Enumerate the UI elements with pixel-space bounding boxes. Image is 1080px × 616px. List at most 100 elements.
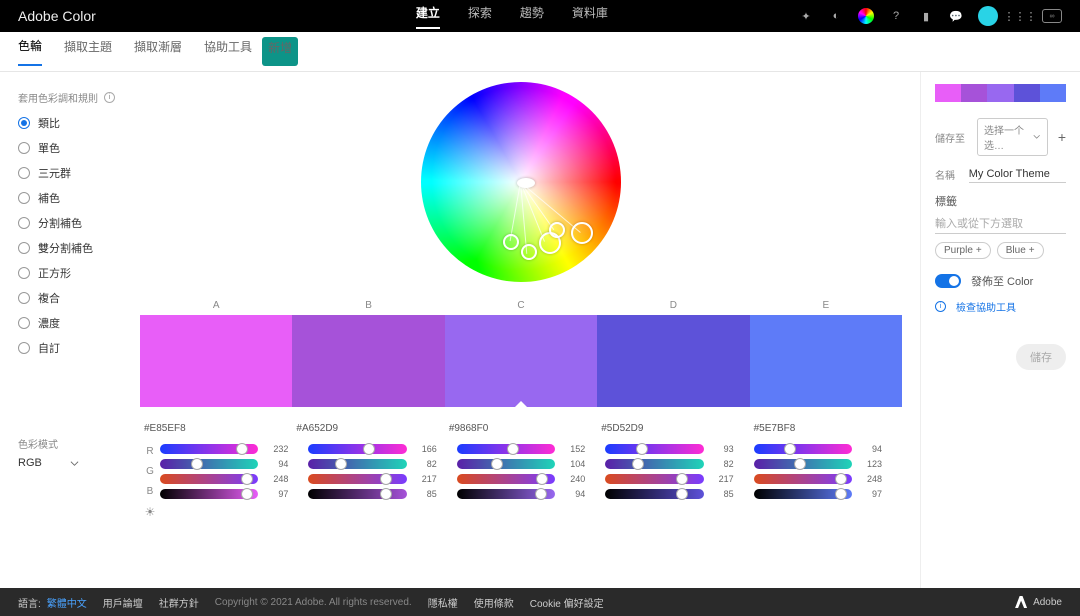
hex-value[interactable]: #5D52D9: [597, 423, 749, 434]
rule-7[interactable]: 複合: [18, 290, 140, 306]
tab-extract-theme[interactable]: 擷取主題: [64, 38, 112, 65]
footer-adobe[interactable]: Adobe: [1033, 597, 1062, 608]
hex-value[interactable]: #5E7BF8: [750, 423, 902, 434]
slider-r[interactable]: 232: [160, 444, 288, 454]
info-icon[interactable]: i: [104, 92, 115, 103]
radio-icon: [18, 142, 30, 154]
rule-3[interactable]: 補色: [18, 190, 140, 206]
rule-1[interactable]: 單色: [18, 140, 140, 156]
chevron-down-icon: [1033, 133, 1040, 140]
slider-b[interactable]: 248: [160, 474, 288, 484]
theme-name-input[interactable]: My Color Theme: [969, 166, 1066, 183]
wheel-handle[interactable]: [571, 222, 593, 244]
footer-community[interactable]: 社群方針: [159, 595, 199, 610]
name-label: 名稱: [935, 167, 959, 182]
tag-blue[interactable]: Blue +: [997, 242, 1044, 259]
apps-icon[interactable]: ⋮⋮⋮: [1012, 8, 1028, 24]
tab-extract-gradient[interactable]: 擷取漸層: [134, 38, 182, 65]
slider-bright[interactable]: 94: [457, 489, 585, 499]
footer-language[interactable]: 繁體中文: [47, 595, 87, 610]
nav-trends[interactable]: 趨勢: [520, 4, 544, 29]
radio-icon: [18, 217, 30, 229]
footer-copyright: Copyright © 2021 Adobe. All rights reser…: [215, 597, 412, 608]
slider-b[interactable]: 240: [457, 474, 585, 484]
rule-group-title: 套用色彩調和規則 i: [18, 90, 140, 105]
chevron-down-icon: [70, 459, 79, 468]
slider-b[interactable]: 217: [308, 474, 436, 484]
slider-g[interactable]: 82: [308, 459, 436, 469]
tags-input[interactable]: 輸入或從下方選取: [935, 213, 1066, 234]
nav-create[interactable]: 建立: [416, 4, 440, 29]
tag-purple[interactable]: Purple +: [935, 242, 991, 259]
sub-nav: 色輪 擷取主題 擷取漸層 協助工具 新增: [0, 32, 1080, 72]
help-icon[interactable]: ?: [888, 8, 904, 24]
slider-g[interactable]: 94: [160, 459, 288, 469]
rule-9[interactable]: 自訂: [18, 340, 140, 356]
color-icon[interactable]: [858, 8, 874, 24]
new-badge: 新增: [262, 37, 298, 66]
slider-b[interactable]: 248: [754, 474, 882, 484]
brightness-icon: ☀: [145, 504, 156, 519]
comment-icon[interactable]: 💬: [948, 8, 964, 24]
sidebar: 套用色彩調和規則 i 類比單色三元群補色分割補色雙分割補色正方形複合濃度自訂 色…: [0, 72, 140, 588]
save-to-label: 儲存至: [935, 130, 967, 145]
rule-6[interactable]: 正方形: [18, 265, 140, 281]
footer-terms[interactable]: 使用條款: [474, 595, 514, 610]
slider-r[interactable]: 93: [605, 444, 733, 454]
column-label: A: [140, 300, 292, 311]
slider-bright[interactable]: 85: [605, 489, 733, 499]
check-a11y-link[interactable]: 檢查協助工具: [956, 299, 1016, 314]
tab-wheel[interactable]: 色輪: [18, 37, 42, 66]
radio-icon: [18, 117, 30, 129]
nav-libraries[interactable]: 資料庫: [572, 4, 608, 29]
brand-title: Adobe Color: [18, 8, 96, 24]
wheel-handle[interactable]: [521, 244, 537, 260]
swatch[interactable]: [445, 315, 597, 407]
save-button[interactable]: 儲存: [1016, 344, 1066, 370]
color-wheel[interactable]: [421, 82, 621, 282]
slider-b[interactable]: 217: [605, 474, 733, 484]
radio-icon: [18, 292, 30, 304]
rule-2[interactable]: 三元群: [18, 165, 140, 181]
hex-value[interactable]: #A652D9: [292, 423, 444, 434]
swatch[interactable]: [140, 315, 292, 407]
slider-g[interactable]: 123: [754, 459, 882, 469]
footer-privacy[interactable]: 隱私權: [428, 595, 458, 610]
slider-bright[interactable]: 85: [308, 489, 436, 499]
info-icon: i: [935, 301, 946, 312]
swatch[interactable]: [750, 315, 902, 407]
slider-bright[interactable]: 97: [160, 489, 288, 499]
cc-icon[interactable]: ∞: [1042, 9, 1062, 23]
color-mode-select[interactable]: RGB: [18, 457, 140, 469]
radio-icon: [18, 317, 30, 329]
tab-accessibility[interactable]: 協助工具: [204, 38, 252, 65]
publish-toggle[interactable]: [935, 274, 961, 288]
rule-4[interactable]: 分割補色: [18, 215, 140, 231]
slider-g[interactable]: 82: [605, 459, 733, 469]
star-icon[interactable]: ✦: [798, 8, 814, 24]
contrast-icon[interactable]: ◐: [828, 8, 844, 24]
save-to-select[interactable]: 选择一个选…: [977, 118, 1048, 156]
hex-value[interactable]: #9868F0: [445, 423, 597, 434]
slider-bright[interactable]: 97: [754, 489, 882, 499]
swatch[interactable]: [292, 315, 444, 407]
rule-5[interactable]: 雙分割補色: [18, 240, 140, 256]
hex-value[interactable]: #E85EF8: [140, 423, 292, 434]
slider-g[interactable]: 104: [457, 459, 585, 469]
tags-label: 標籤: [935, 193, 1066, 209]
slider-r[interactable]: 166: [308, 444, 436, 454]
slider-r[interactable]: 94: [754, 444, 882, 454]
rule-8[interactable]: 濃度: [18, 315, 140, 331]
bookmark-icon[interactable]: ▮: [918, 8, 934, 24]
footer-cookie[interactable]: Cookie 偏好設定: [530, 595, 604, 610]
avatar[interactable]: [978, 6, 998, 26]
rule-0[interactable]: 類比: [18, 115, 140, 131]
slider-r[interactable]: 152: [457, 444, 585, 454]
nav-explore[interactable]: 探索: [468, 4, 492, 29]
footer-forum[interactable]: 用戶論壇: [103, 595, 143, 610]
add-icon[interactable]: +: [1058, 129, 1066, 145]
wheel-handle[interactable]: [549, 222, 565, 238]
swatch[interactable]: [597, 315, 749, 407]
wheel-handle[interactable]: [503, 234, 519, 250]
topbar-icons: ✦ ◐ ? ▮ 💬 ⋮⋮⋮ ∞: [798, 6, 1062, 26]
